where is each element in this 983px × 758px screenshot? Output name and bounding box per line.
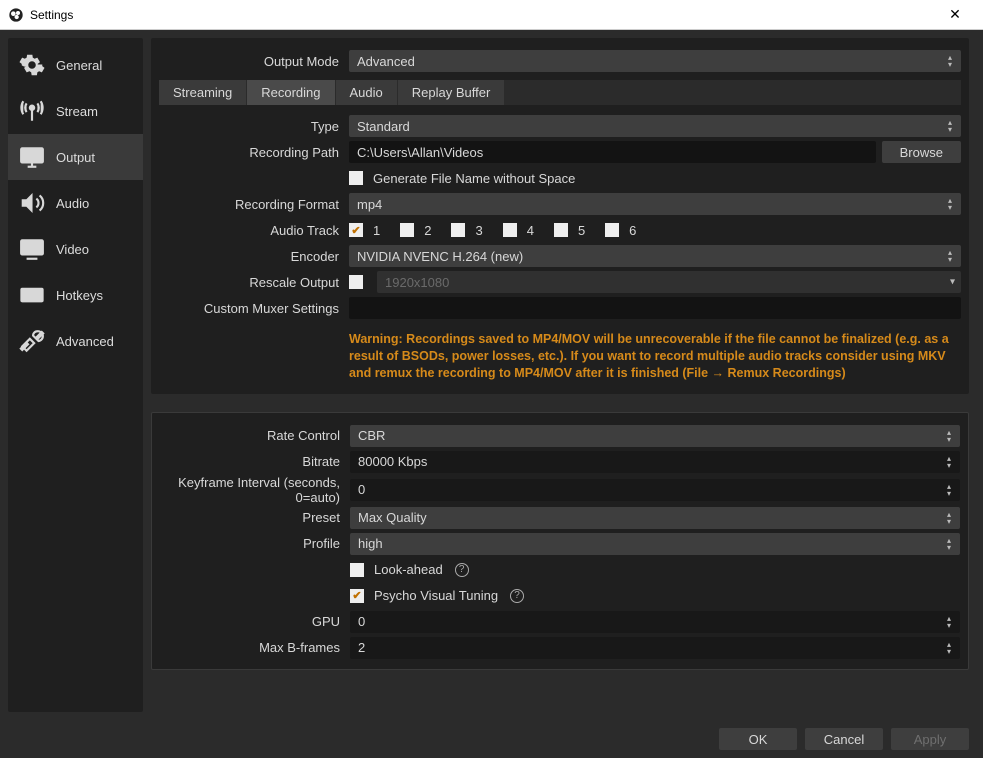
encoder-label: Encoder [159, 249, 349, 264]
audio-track-label: Audio Track [159, 223, 349, 238]
path-input[interactable]: C:\Users\Allan\Videos [349, 141, 876, 163]
type-label: Type [159, 119, 349, 134]
encoder-settings-panel: Rate Control CBR ▴▾ Bitrate 80000 Kbps ▴… [151, 412, 969, 670]
spinner-arrows-icon[interactable]: ▴▾ [942, 451, 956, 473]
rate-control-select[interactable]: CBR ▴▾ [350, 425, 960, 447]
gen-filename-label[interactable]: Generate File Name without Space [373, 171, 575, 186]
gear-icon [18, 51, 46, 79]
close-button[interactable]: ✕ [935, 6, 975, 23]
sidebar-item-label: Advanced [56, 334, 114, 349]
sidebar-item-audio[interactable]: Audio [8, 180, 143, 226]
encoder-select[interactable]: NVIDIA NVENC H.264 (new) ▴▾ [349, 245, 961, 267]
chevron-updown-icon: ▴▾ [942, 533, 956, 555]
gpu-label: GPU [160, 614, 350, 629]
sidebar: General Stream Output Audio [8, 38, 143, 712]
psycho-label[interactable]: Psycho Visual Tuning [374, 588, 498, 603]
ok-button[interactable]: OK [719, 728, 797, 750]
window-title: Settings [30, 8, 73, 22]
bframes-label: Max B-frames [160, 640, 350, 655]
titlebar: Settings ✕ [0, 0, 983, 30]
lookahead-label[interactable]: Look-ahead [374, 562, 443, 577]
format-label: Recording Format [159, 197, 349, 212]
keyboard-icon [18, 281, 46, 309]
sidebar-item-advanced[interactable]: Advanced [8, 318, 143, 364]
antenna-icon [18, 97, 46, 125]
sidebar-item-output[interactable]: Output [8, 134, 143, 180]
sidebar-item-label: Audio [56, 196, 89, 211]
chevron-updown-icon: ▴▾ [943, 115, 957, 137]
help-icon[interactable]: ? [510, 589, 524, 603]
bitrate-label: Bitrate [160, 454, 350, 469]
browse-button[interactable]: Browse [882, 141, 961, 163]
chevron-updown-icon: ▴▾ [943, 193, 957, 215]
sidebar-item-label: Video [56, 242, 89, 257]
rescale-checkbox[interactable]: ✔ [349, 275, 363, 289]
sidebar-item-label: Hotkeys [56, 288, 103, 303]
chevron-updown-icon: ▴▾ [943, 50, 957, 72]
keyint-input[interactable]: 0 ▴▾ [350, 479, 960, 501]
rescale-select[interactable]: 1920x1080 ▾ [377, 271, 961, 293]
sidebar-item-label: Stream [56, 104, 98, 119]
gen-filename-checkbox[interactable]: ✔ [349, 171, 363, 185]
spinner-arrows-icon[interactable]: ▴▾ [942, 637, 956, 659]
mp4-warning: Warning: Recordings saved to MP4/MOV wil… [349, 327, 961, 386]
track-1-checkbox[interactable]: ✔ [349, 223, 363, 237]
dialog-footer: OK Cancel Apply [0, 720, 983, 758]
muxer-input[interactable] [349, 297, 961, 319]
profile-label: Profile [160, 536, 350, 551]
track-3-checkbox[interactable]: ✔ [451, 223, 465, 237]
monitor-out-icon [18, 143, 46, 171]
bframes-input[interactable]: 2 ▴▾ [350, 637, 960, 659]
sidebar-item-general[interactable]: General [8, 42, 143, 88]
bitrate-input[interactable]: 80000 Kbps ▴▾ [350, 451, 960, 473]
tab-replay-buffer[interactable]: Replay Buffer [398, 80, 505, 105]
lookahead-checkbox[interactable]: ✔ [350, 563, 364, 577]
tools-icon [18, 327, 46, 355]
apply-button[interactable]: Apply [891, 728, 969, 750]
chevron-updown-icon: ▴▾ [943, 245, 957, 267]
tab-audio[interactable]: Audio [336, 80, 397, 105]
preset-label: Preset [160, 510, 350, 525]
gpu-input[interactable]: 0 ▴▾ [350, 611, 960, 633]
cancel-button[interactable]: Cancel [805, 728, 883, 750]
monitor-icon [18, 235, 46, 263]
chevron-updown-icon: ▴▾ [942, 507, 956, 529]
keyint-label: Keyframe Interval (seconds, 0=auto) [160, 475, 350, 505]
track-5-checkbox[interactable]: ✔ [554, 223, 568, 237]
output-mode-label: Output Mode [159, 54, 349, 69]
sidebar-item-label: Output [56, 150, 95, 165]
tab-recording[interactable]: Recording [247, 80, 334, 105]
spinner-arrows-icon[interactable]: ▴▾ [942, 479, 956, 501]
format-select[interactable]: mp4 ▴▾ [349, 193, 961, 215]
sidebar-item-video[interactable]: Video [8, 226, 143, 272]
output-mode-select[interactable]: Advanced ▴▾ [349, 50, 961, 72]
output-tabs: Streaming Recording Audio Replay Buffer [159, 80, 961, 105]
track-4-checkbox[interactable]: ✔ [503, 223, 517, 237]
chevron-down-icon: ▾ [950, 277, 955, 288]
sidebar-item-stream[interactable]: Stream [8, 88, 143, 134]
rescale-label: Rescale Output [159, 275, 349, 290]
sidebar-item-label: General [56, 58, 102, 73]
track-6-checkbox[interactable]: ✔ [605, 223, 619, 237]
speaker-icon [18, 189, 46, 217]
type-select[interactable]: Standard ▴▾ [349, 115, 961, 137]
path-label: Recording Path [159, 145, 349, 160]
rate-control-label: Rate Control [160, 428, 350, 443]
main-panel: Output Mode Advanced ▴▾ Streaming Record… [151, 38, 975, 712]
muxer-label: Custom Muxer Settings [159, 301, 349, 316]
preset-select[interactable]: Max Quality ▴▾ [350, 507, 960, 529]
help-icon[interactable]: ? [455, 563, 469, 577]
track-2-checkbox[interactable]: ✔ [400, 223, 414, 237]
tab-streaming[interactable]: Streaming [159, 80, 246, 105]
spinner-arrows-icon[interactable]: ▴▾ [942, 611, 956, 633]
psycho-checkbox[interactable]: ✔ [350, 589, 364, 603]
chevron-updown-icon: ▴▾ [942, 425, 956, 447]
app-icon [8, 7, 24, 23]
sidebar-item-hotkeys[interactable]: Hotkeys [8, 272, 143, 318]
profile-select[interactable]: high ▴▾ [350, 533, 960, 555]
